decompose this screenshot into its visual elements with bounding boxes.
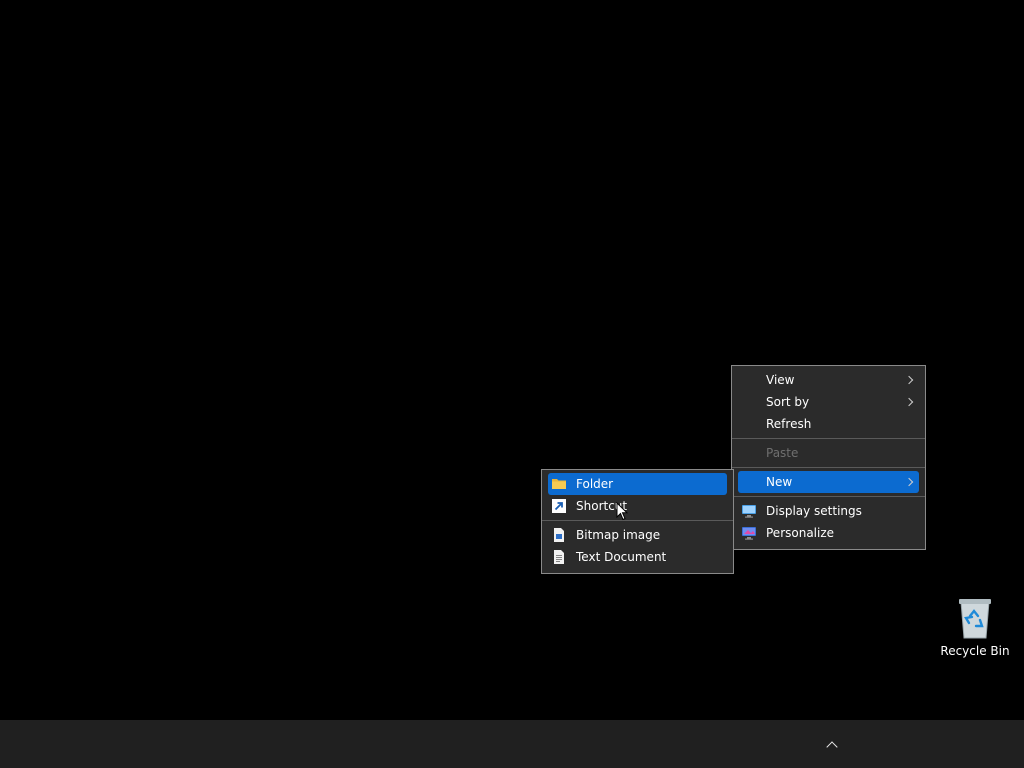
menu-item-label: Personalize: [766, 526, 835, 540]
menu-item-sort-by[interactable]: Sort by: [738, 391, 919, 413]
desktop-context-menu: View Sort by Refresh Paste New Display s…: [731, 365, 926, 550]
recycle-bin-icon: [959, 599, 991, 639]
menu-item-label: Paste: [766, 446, 799, 460]
submenu-item-label: Text Document: [576, 550, 667, 564]
chevron-right-icon: [905, 471, 915, 493]
menu-item-label: Display settings: [766, 504, 862, 518]
new-submenu: Folder Shortcut Bitmap image Text Docume…: [541, 469, 734, 574]
chevron-right-icon: [905, 369, 915, 391]
display-settings-icon: [742, 505, 756, 518]
submenu-item-text-document[interactable]: Text Document: [548, 546, 727, 568]
desktop-icon-recycle-bin[interactable]: Recycle Bin: [940, 594, 1010, 664]
menu-item-label: New: [766, 475, 793, 489]
chevron-right-icon: [905, 391, 915, 413]
menu-separator: [732, 496, 925, 497]
menu-item-label: View: [766, 373, 795, 387]
menu-separator: [732, 467, 925, 468]
submenu-item-label: Bitmap image: [576, 528, 661, 542]
desktop-icon-label: Recycle Bin: [940, 644, 1010, 658]
submenu-item-bitmap-image[interactable]: Bitmap image: [548, 524, 727, 546]
personalize-icon: [742, 527, 756, 540]
submenu-item-folder[interactable]: Folder: [548, 473, 727, 495]
chevron-up-icon[interactable]: [818, 732, 846, 756]
menu-item-refresh[interactable]: Refresh: [738, 413, 919, 435]
bitmap-image-icon: [554, 528, 564, 542]
menu-item-label: Refresh: [766, 417, 812, 431]
menu-separator: [542, 520, 733, 521]
taskbar: [0, 720, 1024, 768]
menu-separator: [732, 438, 925, 439]
folder-icon: [552, 479, 566, 489]
mouse-cursor-icon: [616, 502, 628, 521]
menu-item-label: Sort by: [766, 395, 810, 409]
shortcut-icon: [552, 499, 566, 513]
menu-item-paste: Paste: [738, 442, 919, 464]
menu-item-view[interactable]: View: [738, 369, 919, 391]
menu-item-display-settings[interactable]: Display settings: [738, 500, 919, 522]
submenu-item-shortcut[interactable]: Shortcut: [548, 495, 727, 517]
menu-item-new[interactable]: New: [738, 471, 919, 493]
text-document-icon: [554, 550, 564, 564]
submenu-item-label: Folder: [576, 477, 614, 491]
desktop-background[interactable]: [0, 0, 1024, 720]
menu-item-personalize[interactable]: Personalize: [738, 522, 919, 544]
